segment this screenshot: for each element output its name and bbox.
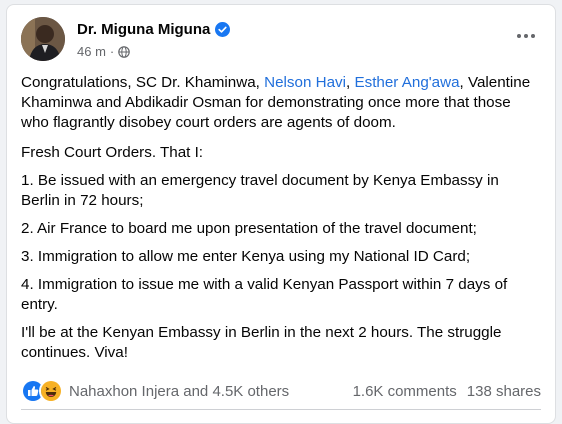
avatar-image <box>21 17 65 61</box>
post-header: Dr. Miguna Miguna 46 m · <box>21 17 541 65</box>
post-card: Dr. Miguna Miguna 46 m · Congratulations… <box>6 4 556 424</box>
post-text: Congratulations, SC Dr. Khaminwa, Nelson… <box>21 73 537 371</box>
author-name[interactable]: Dr. Miguna Miguna <box>77 21 210 38</box>
dot-icon <box>531 34 535 38</box>
post-meta: 46 m · <box>77 44 131 59</box>
dot-icon <box>517 34 521 38</box>
comments-count[interactable]: 1.6K comments <box>353 383 457 400</box>
divider <box>21 409 541 410</box>
reactions-bar: Nahaxhon Injera and 4.5K others 1.6K com… <box>21 379 541 403</box>
reaction-summary[interactable]: Nahaxhon Injera and 4.5K others <box>69 383 289 400</box>
post-paragraph: 3. Immigration to allow me enter Kenya u… <box>21 248 471 265</box>
mention-link-nelson-havi[interactable]: Nelson Havi <box>264 74 346 91</box>
verified-badge-icon <box>215 22 231 37</box>
haha-icon <box>39 379 63 403</box>
more-options-button[interactable] <box>511 25 541 47</box>
post-paragraph: 4. Immigration to issue me with a valid … <box>21 276 508 313</box>
dot-icon <box>524 34 528 38</box>
post-paragraph-intro: Congratulations, SC Dr. Khaminwa, Nelson… <box>21 73 537 133</box>
author-row: Dr. Miguna Miguna <box>77 21 231 38</box>
globe-icon[interactable] <box>118 45 131 58</box>
reaction-icons[interactable] <box>21 379 63 403</box>
post-paragraph: 2. Air France to board me upon presentat… <box>21 220 477 237</box>
post-paragraph: 1. Be issued with an emergency travel do… <box>21 172 499 209</box>
meta-separator: · <box>109 44 115 59</box>
post-timestamp[interactable]: 46 m <box>77 44 106 59</box>
engagement-counts: 1.6K comments 138 shares <box>353 383 541 400</box>
intro-text-before: Congratulations, SC Dr. Khaminwa, <box>21 74 265 91</box>
avatar[interactable] <box>21 17 65 61</box>
post-paragraph: I'll be at the Kenyan Embassy in Berlin … <box>21 324 502 361</box>
post-paragraph: Fresh Court Orders. That I: <box>21 144 204 161</box>
mention-link-esther-angawa[interactable]: Esther Ang'awa <box>354 74 459 91</box>
shares-count[interactable]: 138 shares <box>467 383 541 400</box>
